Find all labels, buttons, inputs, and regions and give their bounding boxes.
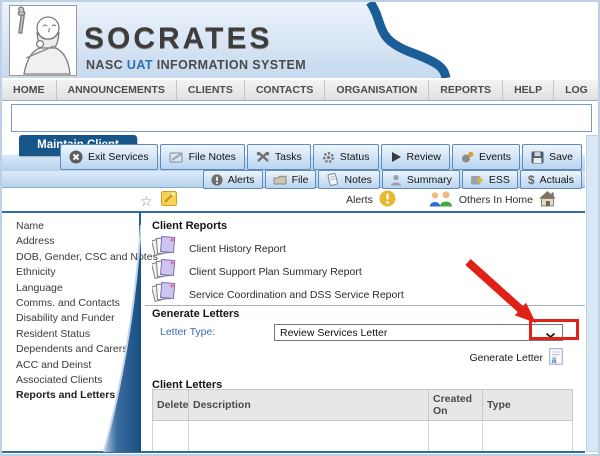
home-icon[interactable] (538, 190, 557, 210)
notes-button-label: Notes (344, 173, 372, 186)
save-icon (531, 151, 544, 164)
toolbar-secondary: Alerts File Notes Summary ESS $ Actuals (202, 170, 582, 189)
save-label: Save (549, 151, 573, 163)
reports-and-letters-panel: Client Reports Client History Report Cli… (145, 213, 585, 452)
ess-button-label: ESS (488, 173, 510, 186)
nav-item-contacts[interactable]: CONTACTS (245, 80, 326, 100)
socrates-logo (9, 5, 77, 76)
people-icon (429, 190, 454, 210)
tasks-label: Tasks (274, 151, 302, 163)
dollar-icon: $ (527, 172, 535, 187)
quick-access-row: ☆ Alerts Others In Home (2, 188, 585, 213)
column-header-type: Type (482, 389, 573, 421)
nav-item-clients[interactable]: CLIENTS (177, 80, 245, 100)
events-button[interactable]: Events (451, 144, 521, 170)
report-link-service-coordination-dss[interactable]: Service Coordination and DSS Service Rep… (150, 281, 404, 308)
review-button[interactable]: Review (380, 144, 450, 170)
ess-icon (470, 174, 484, 186)
file-icon (273, 174, 287, 185)
report-stack-icon (150, 281, 177, 308)
exit-services-label: Exit Services (87, 151, 149, 163)
alert-circle-icon (211, 173, 223, 186)
support-plan-summary-report-label: Client Support Plan Summary Report (189, 265, 362, 278)
generate-letters-heading: Generate Letters (152, 308, 240, 320)
summary-button-label: Summary (406, 173, 452, 186)
alerts-button-label: Alerts (227, 173, 255, 186)
exit-services-button[interactable]: Exit Services (59, 144, 158, 170)
client-letters-table: Delete Description Created On Type (152, 389, 573, 452)
alerts-button[interactable]: Alerts (202, 170, 263, 189)
sticky-note-icon[interactable] (160, 191, 177, 211)
file-notes-icon (169, 151, 184, 163)
nav-item-reports[interactable]: REPORTS (429, 80, 504, 100)
toolbar-primary: Exit Services File Notes Tasks Status Re… (59, 144, 582, 170)
sidebar-swoosh-graphic (103, 224, 141, 452)
notes-button[interactable]: Notes (318, 170, 380, 189)
scrollbar-track (586, 135, 598, 452)
events-label: Events (478, 151, 512, 163)
status-label: Status (339, 151, 370, 163)
alert-warning-icon[interactable] (379, 190, 396, 210)
client-history-report-label: Client History Report (189, 242, 286, 255)
file-notes-label: File Notes (188, 151, 236, 163)
message-banner (11, 104, 592, 132)
letter-type-label: Letter Type: (160, 326, 216, 338)
nav-item-log-off[interactable]: LOG OFF (554, 80, 598, 116)
content-bottom-border (2, 451, 585, 453)
summary-button[interactable]: Summary (381, 170, 460, 189)
table-row (152, 420, 573, 452)
file-button-label: File (291, 173, 309, 186)
file-notes-button[interactable]: File Notes (159, 144, 245, 170)
letter-type-select[interactable]: Review Services Letter (274, 324, 563, 341)
app-title: SOCRATES (84, 22, 273, 55)
favourite-star-icon[interactable]: ☆ (140, 194, 153, 208)
status-button[interactable]: Status (312, 144, 379, 170)
nav-item-announcements[interactable]: ANNOUNCEMENTS (57, 80, 177, 100)
section-divider (145, 305, 585, 306)
subtitle-uat: UAT (126, 58, 153, 72)
column-header-created-on: Created On (428, 389, 483, 421)
generate-letter-link[interactable]: Generate Letter a (469, 348, 563, 368)
actuals-button[interactable]: $ Actuals (519, 170, 582, 189)
play-icon (390, 151, 402, 163)
service-coordination-dss-report-label: Service Coordination and DSS Service Rep… (189, 288, 404, 301)
nav-item-home[interactable]: HOME (2, 80, 57, 100)
alerts-status-label: Alerts (346, 194, 373, 206)
generate-letter-label: Generate Letter (469, 352, 543, 364)
column-header-description: Description (188, 389, 429, 421)
events-icon (461, 151, 474, 163)
gear-icon (322, 151, 335, 164)
exit-icon (69, 150, 83, 164)
file-button[interactable]: File (264, 170, 317, 189)
tasks-icon (256, 151, 270, 163)
others-in-home-label: Others In Home (458, 194, 533, 206)
review-label: Review (406, 151, 441, 163)
nav-item-organisation[interactable]: ORGANISATION (325, 80, 430, 100)
main-navigation: HOME ANNOUNCEMENTS CLIENTS CONTACTS ORGA… (2, 80, 598, 116)
column-header-delete: Delete (152, 389, 189, 421)
letter-type-selected-value: Review Services Letter (280, 326, 388, 339)
subtitle-nasc: NASC (86, 58, 127, 72)
notes-icon (326, 173, 339, 186)
subtitle-rest: INFORMATION SYSTEM (152, 58, 307, 72)
nav-item-help[interactable]: HELP (503, 80, 555, 100)
generate-letter-icon: a (549, 348, 563, 368)
application-window: SOCRATES NASC UAT INFORMATION SYSTEM HOM… (0, 0, 600, 456)
save-button[interactable]: Save (522, 144, 582, 170)
tasks-button[interactable]: Tasks (246, 144, 311, 170)
app-subtitle: NASC UAT INFORMATION SYSTEM (86, 58, 306, 72)
person-icon (390, 174, 402, 186)
actuals-button-label: Actuals (539, 173, 574, 186)
highlight-rectangle (529, 319, 579, 340)
app-header: SOCRATES NASC UAT INFORMATION SYSTEM (2, 2, 598, 78)
ess-button[interactable]: ESS (461, 170, 518, 189)
client-reports-heading: Client Reports (152, 220, 228, 232)
